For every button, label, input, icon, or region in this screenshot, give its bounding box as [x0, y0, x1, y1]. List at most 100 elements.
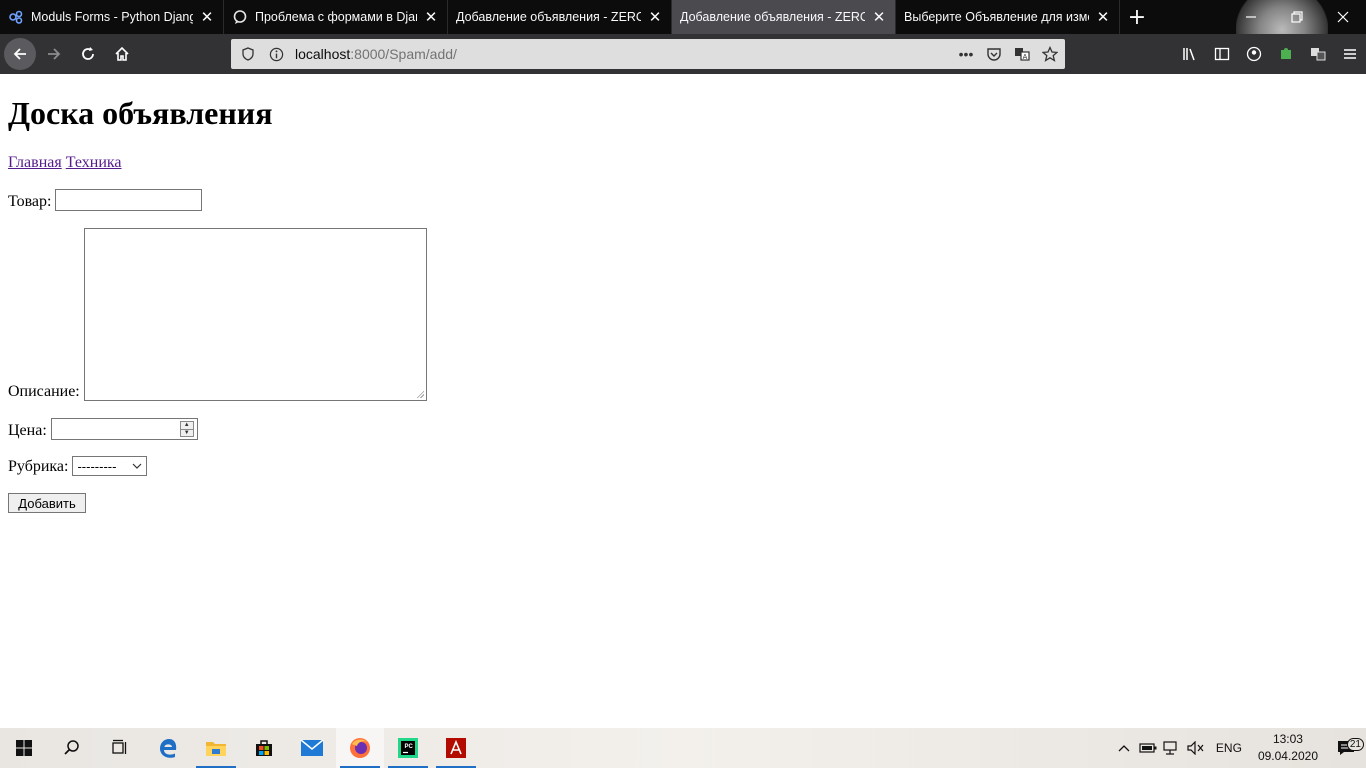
chat-bubble-icon	[232, 9, 248, 25]
forward-button[interactable]	[38, 38, 70, 70]
chevron-down-icon	[132, 459, 142, 476]
notifications-button[interactable]: 21	[1326, 738, 1366, 757]
taskbar-pycharm[interactable]: PC	[384, 728, 432, 768]
translate-extension-icon[interactable]	[1302, 38, 1334, 70]
tab-choose-listing[interactable]: Выберите Объявление для измен ✕	[896, 0, 1120, 34]
task-view-button[interactable]	[96, 728, 144, 768]
network-icon[interactable]	[1160, 741, 1184, 755]
chevron-up-icon[interactable]	[1112, 743, 1136, 753]
tab-title: Выберите Объявление для измен	[904, 10, 1089, 24]
taskbar-edge[interactable]	[144, 728, 192, 768]
resize-handle-icon[interactable]	[415, 390, 424, 398]
window-controls	[1228, 0, 1366, 34]
search-icon	[64, 740, 79, 755]
link-tech[interactable]: Техника	[66, 154, 122, 171]
browser-toolbar: localhost:8000/Spam/add/ ••• A	[0, 34, 1366, 74]
django-logo-icon	[8, 9, 24, 25]
browser-tab-bar: Moduls Forms - Python Django ✕ Проблема …	[0, 0, 1366, 74]
price-spinner[interactable]: ▲ ▼	[179, 421, 194, 437]
add-button[interactable]: Добавить	[8, 493, 86, 513]
tab-title: Добавление объявления - ZERO	[456, 10, 641, 24]
restore-button[interactable]	[1274, 0, 1320, 34]
new-tab-button[interactable]: +	[1120, 0, 1154, 34]
windows-logo-icon	[16, 740, 32, 756]
close-icon[interactable]: ✕	[423, 9, 439, 26]
battery-icon[interactable]	[1136, 742, 1160, 754]
tab-title: Добавление объявления - ZERO	[680, 10, 865, 24]
price-label: Цена:	[8, 422, 47, 439]
more-actions-icon[interactable]: •••	[957, 45, 975, 63]
clock[interactable]: 13:03 09.04.2020	[1258, 731, 1318, 765]
notification-count: 21	[1346, 738, 1364, 751]
tab-add-listing-2[interactable]: Добавление объявления - ZERO ✕	[672, 0, 896, 34]
price-input[interactable]: ▲ ▼	[50, 418, 198, 440]
link-home[interactable]: Главная	[8, 154, 62, 171]
translate-icon[interactable]: A	[1013, 45, 1031, 63]
sidebar-icon[interactable]	[1206, 38, 1238, 70]
search-button[interactable]	[48, 728, 96, 768]
pycharm-icon: PC	[398, 738, 418, 758]
firefox-icon	[350, 738, 370, 758]
home-button[interactable]	[106, 38, 138, 70]
rubric-label: Рубрика:	[8, 458, 69, 475]
extension-icon[interactable]	[1270, 38, 1302, 70]
arrow-right-icon	[48, 48, 61, 60]
tab-forms-problem[interactable]: Проблема с формами в Djang ✕	[224, 0, 448, 34]
price-row: Цена: ▲ ▼	[8, 418, 198, 440]
description-label: Описание:	[8, 383, 80, 400]
address-bar[interactable]: localhost:8000/Spam/add/ ••• A	[231, 39, 1065, 69]
folder-icon	[206, 742, 226, 756]
spin-down-icon[interactable]: ▼	[180, 428, 193, 437]
product-row: Товар:	[8, 189, 203, 211]
taskbar-mail[interactable]	[288, 728, 336, 768]
back-button[interactable]	[4, 38, 36, 70]
page-title: Доска объявления	[8, 95, 273, 131]
tab-title: Проблема с формами в Djang	[255, 10, 417, 24]
close-icon[interactable]: ✕	[871, 9, 887, 26]
tab-moduls-forms[interactable]: Moduls Forms - Python Django ✕	[0, 0, 224, 34]
close-window-button[interactable]	[1320, 0, 1366, 34]
edge-browser-icon	[160, 739, 177, 758]
volume-muted-icon[interactable]	[1184, 741, 1208, 755]
page-content: Доска объявления Главная Техника Товар: О…	[0, 74, 1366, 728]
close-icon[interactable]: ✕	[647, 9, 663, 26]
home-icon	[115, 46, 129, 61]
windows-taskbar: PC ENG 13:03 09.04.2020 21	[0, 728, 1366, 768]
description-row: Описание:	[8, 228, 427, 401]
account-icon[interactable]	[1238, 38, 1270, 70]
product-input[interactable]	[55, 189, 203, 211]
library-icon[interactable]	[1174, 38, 1206, 70]
url-text[interactable]: localhost:8000/Spam/add/	[295, 46, 457, 62]
mail-icon	[300, 739, 324, 756]
close-icon[interactable]: ✕	[199, 9, 215, 26]
shield-icon[interactable]	[237, 47, 259, 61]
pocket-icon[interactable]	[985, 45, 1003, 63]
taskbar-firefox[interactable]	[336, 728, 384, 768]
product-label: Товар:	[8, 193, 52, 210]
taskbar-file-explorer[interactable]	[192, 728, 240, 768]
tab-title: Moduls Forms - Python Django	[31, 10, 193, 24]
input-language[interactable]: ENG	[1216, 741, 1242, 755]
url-path: :8000/Spam/add/	[350, 46, 457, 62]
rubric-selected: ---------	[77, 458, 117, 474]
minimize-button[interactable]	[1228, 0, 1274, 34]
arrow-left-icon	[13, 48, 26, 60]
acrobat-icon	[446, 738, 466, 758]
start-button[interactable]	[0, 728, 48, 768]
close-icon[interactable]: ✕	[1095, 9, 1111, 26]
description-textarea[interactable]	[83, 228, 427, 401]
nav-links: Главная Техника	[8, 154, 126, 172]
menu-icon[interactable]	[1334, 38, 1366, 70]
svg-text:PC: PC	[405, 744, 414, 750]
rubric-row: Рубрика: ---------	[8, 456, 148, 476]
info-icon[interactable]	[265, 47, 287, 62]
bookmark-star-icon[interactable]	[1041, 45, 1059, 63]
clock-date: 09.04.2020	[1257, 749, 1318, 763]
tab-add-listing-1[interactable]: Добавление объявления - ZERO ✕	[448, 0, 672, 34]
taskbar-store[interactable]	[240, 728, 288, 768]
reload-button[interactable]	[72, 38, 104, 70]
svg-text:A: A	[1023, 54, 1028, 61]
taskbar-acrobat[interactable]	[432, 728, 480, 768]
clock-time: 13:03	[1272, 732, 1303, 746]
rubric-select[interactable]: ---------	[72, 456, 148, 476]
